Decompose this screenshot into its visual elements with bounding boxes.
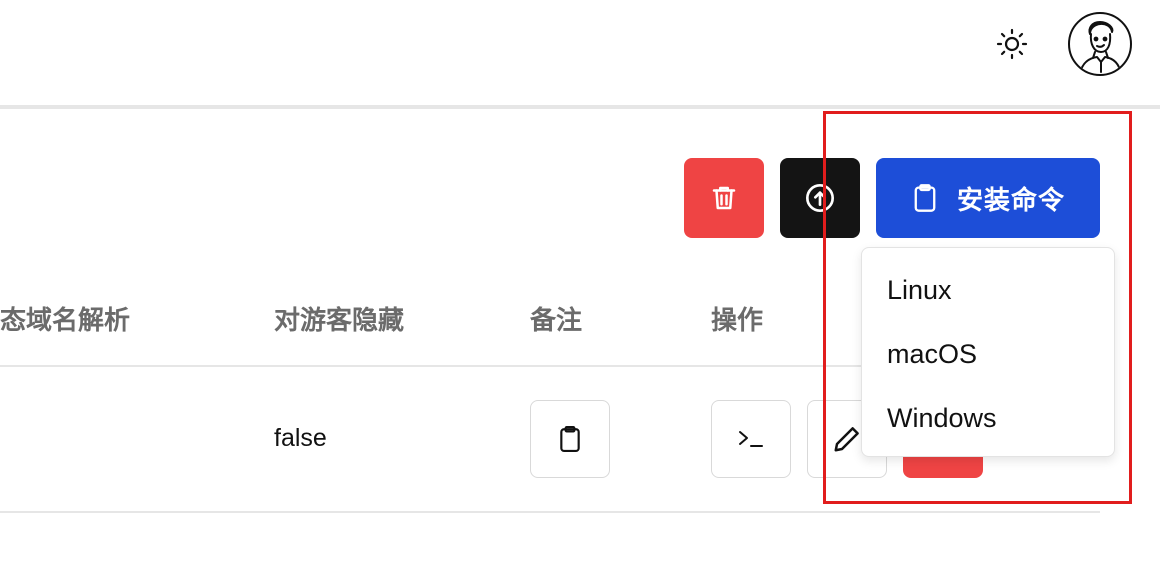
dropdown-item-windows[interactable]: Windows [862,386,1114,450]
hide-from-guest-value: false [274,424,327,452]
upgrade-button[interactable] [780,158,860,238]
user-avatar[interactable] [1068,12,1132,76]
avatar-illustration-icon [1079,21,1122,74]
column-header-actions: 操作 [711,305,764,335]
column-header-hide-from-guest: 对游客隐藏 [274,305,405,335]
theme-toggle-button[interactable] [992,24,1032,64]
sun-icon [996,28,1028,60]
column-header-dns: 态域名解析 [0,305,131,335]
table-row-divider [0,511,1100,513]
note-button[interactable] [530,400,610,478]
clipboard-icon [560,426,580,453]
terminal-icon [739,431,763,447]
dropdown-item-macos[interactable]: macOS [862,322,1114,386]
install-os-dropdown: Linux macOS Windows [861,247,1115,457]
clipboard-icon [914,184,936,212]
install-command-label: 安装命令 [956,184,1065,215]
top-bar [0,0,1160,106]
batch-delete-button[interactable] [684,158,764,238]
column-header-note: 备注 [530,305,583,335]
dropdown-item-linux[interactable]: Linux [862,258,1114,322]
page: 安装命令 态域名解析 对游客隐藏 备注 操作 false Linux macOS… [0,0,1160,564]
arrow-up-circle-icon [806,184,834,212]
trash-icon [712,186,736,210]
install-command-button[interactable]: 安装命令 [876,158,1100,238]
terminal-button[interactable] [711,400,791,478]
header-divider [0,105,1160,109]
pencil-icon [834,427,859,452]
